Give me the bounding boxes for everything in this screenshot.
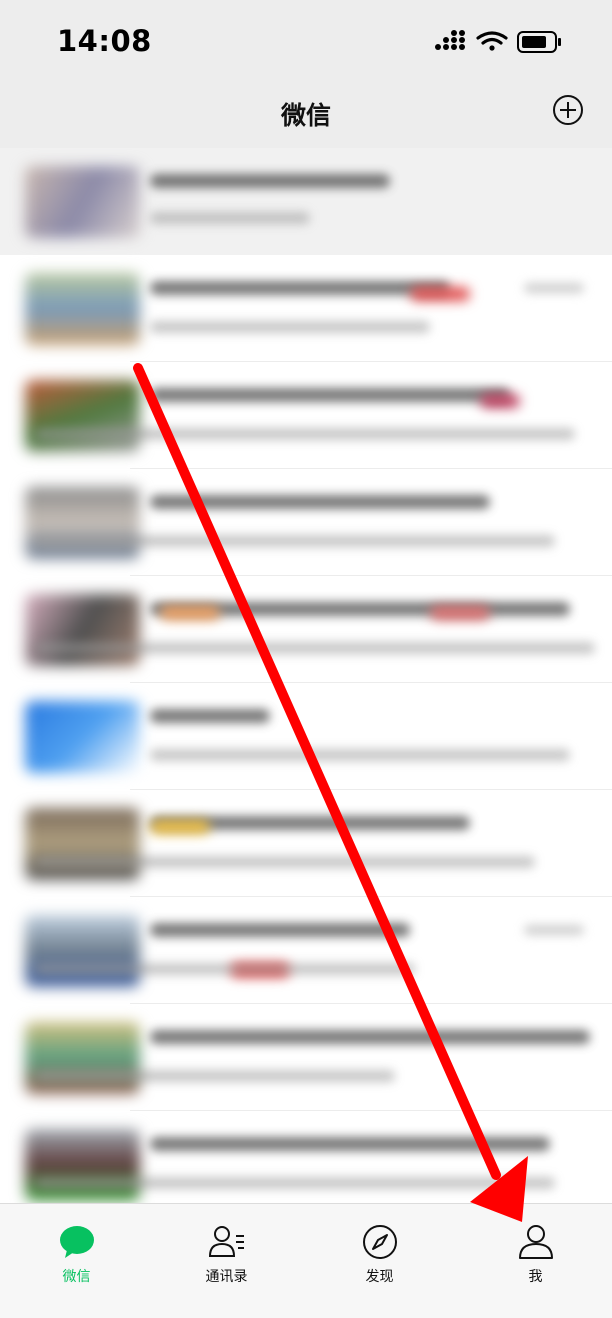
chat-avatar [25,808,140,880]
chat-badge-blurred [430,606,490,620]
chat-badge-blurred [410,287,470,301]
chat-preview-blurred [35,535,555,547]
tab-label: 通讯录 [205,1269,248,1285]
chat-name-blurred [150,495,490,509]
chat-name-blurred [150,174,390,188]
chat-avatar [25,380,140,452]
chat-row[interactable] [0,362,612,469]
chat-preview-blurred [35,1177,555,1189]
chat-name-blurred [150,709,270,723]
chat-preview-blurred [150,321,430,333]
chat-avatar [25,487,140,559]
nav-bar: 微信 [0,84,612,148]
chat-time-blurred [524,925,584,935]
chat-preview-blurred [35,856,535,868]
page-title: 微信 [280,101,331,130]
chat-preview-blurred [35,1070,395,1082]
chat-avatar [25,166,140,238]
battery-icon [517,31,561,53]
status-bar: 14:08 [0,0,612,84]
chat-preview-blurred [35,963,415,975]
chat-row[interactable] [0,790,612,897]
add-circle-icon[interactable] [552,94,584,126]
tab-label: 微信 [62,1269,91,1285]
chat-row[interactable] [0,1004,612,1111]
compass-icon [362,1225,397,1259]
chat-row[interactable] [0,897,612,1004]
chat-row[interactable] [0,683,612,790]
chat-bubble-icon [59,1226,94,1258]
chat-preview-blurred [35,428,575,440]
chat-preview-blurred [35,642,595,654]
chat-list [0,148,612,1203]
cellular-signal-icon [435,30,465,50]
chat-row[interactable] [0,255,612,362]
contacts-icon [208,1226,244,1257]
wifi-icon [476,31,508,51]
chat-badge-blurred [480,394,520,408]
profile-icon [518,1225,553,1259]
chat-row[interactable] [0,1111,612,1203]
tab-label: 发现 [365,1269,394,1285]
chat-avatar [25,1129,140,1201]
chat-avatar [25,594,140,666]
tab-contacts[interactable]: 通讯录 [150,1204,303,1304]
tab-me[interactable]: 我 [459,1204,612,1304]
chat-row[interactable] [0,576,612,683]
chat-preview-blurred [150,212,310,224]
chat-badge-blurred [150,820,210,834]
chat-name-blurred [150,923,410,937]
chat-avatar [25,915,140,987]
chat-row[interactable] [0,148,612,255]
tab-label: 我 [528,1269,543,1285]
chat-avatar [25,273,140,345]
status-icons [435,30,561,53]
tab-chats[interactable]: 微信 [0,1204,153,1304]
status-time: 14:08 [57,24,152,58]
chat-badge-blurred [160,606,220,620]
chat-avatar [25,1022,140,1094]
chat-name-blurred [150,281,450,295]
chat-preview-blurred [150,749,570,761]
chat-name-blurred [150,1030,590,1044]
tab-discover[interactable]: 发现 [303,1204,456,1304]
chat-time-blurred [524,283,584,293]
chat-avatar [25,701,140,773]
chat-row[interactable] [0,469,612,576]
chat-name-blurred [150,1137,550,1151]
tab-bar: 微信 通讯录 发现 我 [0,1203,612,1318]
chat-name-blurred [150,388,510,402]
